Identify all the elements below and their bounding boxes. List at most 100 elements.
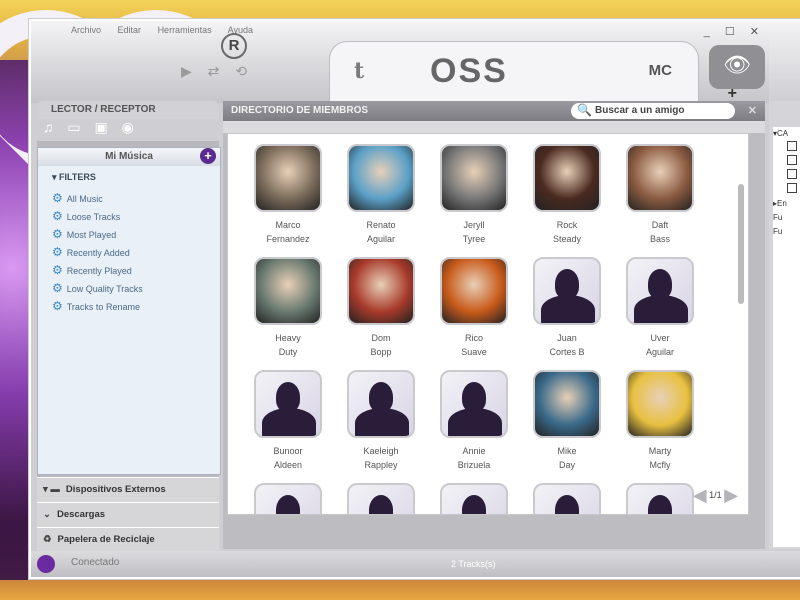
member-card[interactable]: Mike Day [521, 370, 613, 472]
external-devices-item[interactable]: ▾ ▬ Dispositivos Externos [37, 477, 219, 502]
maximize-button[interactable]: ☐ [725, 26, 741, 38]
menu-item-archivo[interactable]: Archivo [71, 25, 101, 35]
member-card-partial[interactable] [242, 483, 334, 514]
member-avatar [533, 483, 601, 514]
checkbox[interactable] [773, 183, 800, 197]
member-last-name: Aguilar [645, 347, 674, 357]
member-first-name: Rock [556, 220, 578, 230]
close-icon[interactable]: ✕ [748, 101, 757, 121]
top-bar: Archivo Editar Herramientas Ayuda _ ☐ ✕ … [31, 21, 800, 104]
twitter-icon[interactable]: t [354, 58, 364, 84]
right-panel-body: ▾CA ▸En Fu Fu [773, 127, 800, 547]
member-first-name: Renato [366, 220, 396, 230]
member-card[interactable]: Rico Suave [428, 257, 520, 359]
video-icon[interactable]: ▭ [67, 119, 80, 135]
filter-item-low-quality[interactable]: ⚙ Low Quality Tracks [52, 279, 220, 297]
member-avatar [626, 370, 694, 438]
recycle-bin-item[interactable]: ♻ Papelera de Reciclaje [37, 527, 219, 552]
member-card-partial[interactable] [428, 483, 520, 514]
filter-item-recently-played[interactable]: ⚙ Recently Played [52, 261, 220, 279]
status-icon [37, 555, 55, 573]
member-name: Marty Mcfly [614, 444, 706, 472]
filter-item-most-played[interactable]: ⚙ Most Played [52, 225, 220, 243]
member-card[interactable]: Marco Fernandez [242, 144, 334, 246]
member-first-name: Uver [650, 333, 670, 343]
member-card[interactable]: Rock Steady [521, 144, 613, 246]
section-title: Mi Música [105, 151, 153, 162]
member-card[interactable]: Dom Bopp [335, 257, 427, 359]
member-card[interactable]: Juan Cortes B [521, 257, 613, 359]
right-item[interactable]: ▾CA [773, 127, 800, 141]
member-last-name: Suave [461, 347, 487, 357]
library-bottom-menu: ▾ ▬ Dispositivos Externos ⌄ Descargas ♻ Pap… [37, 477, 219, 552]
filter-item-all-music[interactable]: ⚙ All Music [52, 189, 220, 207]
member-name: Heavy Duty [242, 331, 334, 359]
directory-header: DIRECTORIO DE MIEMBROS 🔍 Buscar a un ami… [223, 101, 765, 121]
right-item[interactable]: Fu [773, 225, 800, 239]
member-name: Rock Steady [521, 218, 613, 246]
member-name: Bunoor Aldeen [242, 444, 334, 472]
member-last-name: Mcfly [649, 460, 671, 470]
eye-icon[interactable]: 👁 [709, 45, 765, 89]
minimize-button[interactable]: _ [704, 26, 716, 38]
member-last-name: Tyree [462, 234, 486, 244]
member-avatar [440, 144, 508, 212]
member-card[interactable]: Bunoor Aldeen [242, 370, 334, 472]
gear-icon: ⚙ [52, 227, 63, 241]
member-avatar [626, 257, 694, 325]
member-avatar [347, 483, 415, 514]
checkbox[interactable] [773, 155, 800, 169]
member-card[interactable]: Daft Bass [614, 144, 706, 246]
member-directory-panel: DIRECTORIO DE MIEMBROS 🔍 Buscar a un ami… [223, 101, 765, 549]
member-card[interactable]: Heavy Duty [242, 257, 334, 359]
member-card-partial[interactable] [614, 483, 706, 514]
member-avatar [626, 483, 694, 514]
member-card[interactable]: Annie Brizuela [428, 370, 520, 472]
member-card[interactable]: Jeryll Tyree [428, 144, 520, 246]
gear-icon: ⚙ [52, 209, 63, 223]
camera-icon[interactable]: ◉ [122, 119, 134, 135]
member-first-name: Annie [462, 446, 486, 456]
photo-icon[interactable]: ▣ [95, 119, 108, 135]
app-logo: OSS [430, 52, 508, 90]
member-card[interactable]: Uver Aguilar [614, 257, 706, 359]
search-input[interactable]: 🔍 Buscar a un amigo [571, 103, 735, 119]
filter-item-recently-added[interactable]: ⚙ Recently Added [52, 243, 220, 261]
member-name: Juan Cortes B [521, 331, 613, 359]
transport-controls[interactable]: ▶ ⇄ ⟲ [181, 63, 253, 80]
scrollbar[interactable] [738, 184, 744, 304]
member-card-partial[interactable] [335, 483, 427, 514]
close-button[interactable]: ✕ [750, 26, 765, 38]
member-first-name: Marty [648, 446, 672, 456]
filters-heading: ▾ FILTERS [52, 172, 96, 182]
search-icon: 🔍 [577, 103, 592, 117]
music-note-icon[interactable]: ♫ [43, 119, 54, 135]
gear-icon: ⚙ [52, 191, 63, 205]
member-avatar [347, 257, 415, 325]
filter-item-loose-tracks[interactable]: ⚙ Loose Tracks [52, 207, 220, 225]
right-item[interactable]: Fu [773, 211, 800, 225]
checkbox[interactable] [773, 169, 800, 183]
member-first-name: Juan [557, 333, 577, 343]
filter-item-tracks-to-rename[interactable]: ⚙ Tracks to Rename [52, 297, 220, 315]
app-window: Archivo Editar Herramientas Ayuda _ ☐ ✕ … [28, 18, 800, 580]
next-page-icon[interactable]: ▶ [724, 485, 738, 505]
member-card[interactable]: Marty Mcfly [614, 370, 706, 472]
menu-item-herramientas[interactable]: Herramientas [158, 25, 212, 35]
add-playlist-button[interactable]: + [200, 148, 216, 164]
downloads-item[interactable]: ⌄ Descargas [37, 502, 219, 527]
gear-icon: ⚙ [52, 281, 63, 295]
member-avatar [533, 144, 601, 212]
member-avatar [254, 370, 322, 438]
right-item[interactable]: ▸En [773, 197, 800, 211]
member-card[interactable]: Kaeleigh Rappley [335, 370, 427, 472]
member-card-partial[interactable] [521, 483, 613, 514]
member-card[interactable]: Renato Aguilar [335, 144, 427, 246]
checkbox[interactable] [773, 141, 800, 155]
mc-label[interactable]: MC [649, 62, 672, 79]
member-last-name: Day [558, 460, 575, 470]
member-last-name: Aguilar [366, 234, 395, 244]
member-first-name: Jeryll [463, 220, 485, 230]
menu-item-editar[interactable]: Editar [118, 25, 142, 35]
member-last-name: Fernandez [266, 234, 310, 244]
